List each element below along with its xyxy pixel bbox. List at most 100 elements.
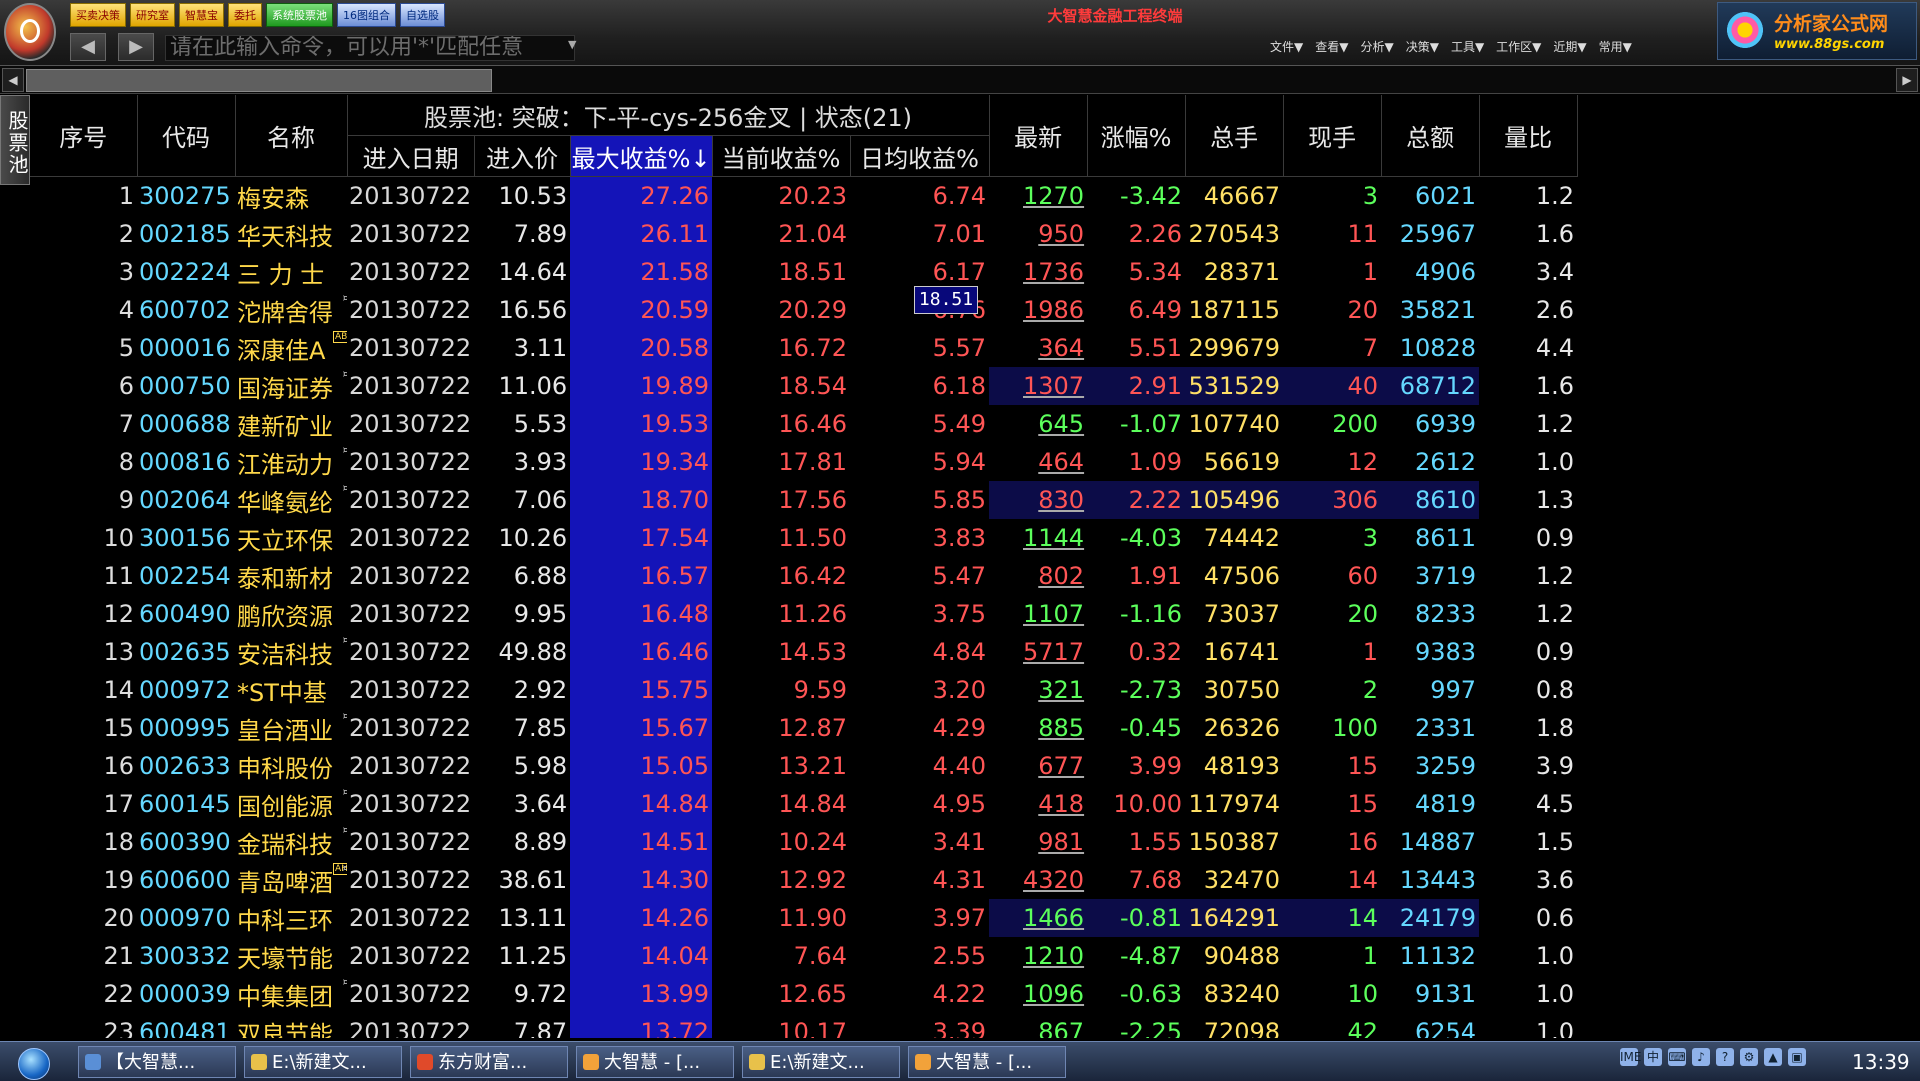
- menu-item-1[interactable]: 查看▼: [1315, 38, 1348, 55]
- header-total-volume[interactable]: 总手: [1185, 95, 1284, 177]
- change-pct: 0.32: [1128, 638, 1183, 666]
- table-row[interactable]: 23 600481 双良节能 20130722 7.87 13.72 10.17 3.39 86…: [30, 1013, 1577, 1038]
- side-tab-stock-pool[interactable]: 股票池: [0, 95, 30, 185]
- taskbar-button-2[interactable]: 东方财富...: [410, 1046, 568, 1078]
- quick-button-5[interactable]: 16图组合: [337, 3, 396, 27]
- daily-return: 4.84: [932, 638, 987, 666]
- current-volume: 20: [1347, 600, 1379, 628]
- table-row[interactable]: 6 000750 国海证券 ¤ 20130722 11.06 19.89 18.54 6.18 1…: [30, 367, 1577, 405]
- table-row[interactable]: 18 600390 金瑞科技 ¤ 20130722 8.89 14.51 10.24 3.41 9…: [30, 823, 1577, 861]
- tray-icon-2[interactable]: ⌨: [1668, 1048, 1686, 1066]
- table-row[interactable]: 14 000972 *ST中基 20130722 2.92 15.75 9.59 3.20 32…: [30, 671, 1577, 709]
- header-latest[interactable]: 最新: [989, 95, 1088, 177]
- table-row[interactable]: 2 002185 华天科技 20130722 7.89 26.11 21.04 7.01 950…: [30, 215, 1577, 253]
- table-row[interactable]: 4600702沱牌舍得¤2013072216.5620.5920.296.761…: [30, 291, 1577, 329]
- table-row[interactable]: 3 002224 三 力 士 20130722 14.64 21.58 18.51 6.17 1…: [30, 253, 1577, 291]
- menu-item-0[interactable]: 文件▼: [1270, 38, 1303, 55]
- taskbar-button-5[interactable]: 大智慧 - [...: [908, 1046, 1066, 1078]
- scrollbar-thumb[interactable]: [26, 69, 492, 92]
- tray-icon-0[interactable]: IME: [1620, 1048, 1641, 1066]
- change-pct: -2.73: [1119, 676, 1183, 704]
- taskbar-button-4[interactable]: E:\新建文...: [742, 1046, 900, 1078]
- table-row[interactable]: 1 300275 梅安森 20130722 10.53 27.26 20.23 6.74 127…: [30, 176, 1577, 215]
- volume-ratio: 1.6: [1535, 372, 1575, 400]
- stock-code: 002224: [139, 258, 231, 286]
- table-row[interactable]: 20 000970 中科三环 20130722 13.11 14.26 11.90 3.97 1…: [30, 899, 1577, 937]
- table-row[interactable]: 11 002254 泰和新材 20130722 6.88 16.57 16.42 5.47 80…: [30, 557, 1577, 595]
- table-row[interactable]: 15 000995 皇台酒业 ¤ 20130722 7.85 15.67 12.87 4.29 8…: [30, 709, 1577, 747]
- header-total-amount[interactable]: 总额: [1381, 95, 1480, 177]
- quick-toolbar: 买卖决策 研究室 智慧宝 委托 系统股票池 16图组合 自选股: [70, 3, 445, 27]
- menu-item-4[interactable]: 工具▼: [1451, 38, 1484, 55]
- stock-name: 江淮动力 ¤: [235, 443, 347, 481]
- total-amount: 6939: [1415, 410, 1477, 438]
- tray-icon-5[interactable]: ⚙: [1740, 1048, 1758, 1066]
- table-row[interactable]: 17 600145 国创能源 ¤ 20130722 3.64 14.84 14.84 4.95 4…: [30, 785, 1577, 823]
- volume-ratio: 1.8: [1535, 714, 1575, 742]
- command-input[interactable]: 请在此输入命令，可以用'*'匹配任意: [165, 35, 575, 61]
- brand-name: 分析家公式网: [1774, 13, 1889, 35]
- tray-icon-6[interactable]: ▲: [1764, 1048, 1782, 1066]
- table-row[interactable]: 13 002635 安洁科技 ¤ 20130722 49.88 16.46 14.53 4.84…: [30, 633, 1577, 671]
- menu-item-7[interactable]: 常用▼: [1599, 38, 1632, 55]
- volume-ratio: 1.2: [1535, 600, 1575, 628]
- tray-icon-4[interactable]: ?: [1716, 1048, 1734, 1066]
- app-logo-icon[interactable]: [4, 3, 56, 61]
- entry-price: 5.53: [513, 410, 568, 438]
- header-code[interactable]: 代码: [137, 95, 236, 177]
- taskbar-button-0[interactable]: 【大智慧...: [78, 1046, 236, 1078]
- table-row[interactable]: 8 000816 江淮动力 ¤ 20130722 3.93 19.34 17.81 5.94 46…: [30, 443, 1577, 481]
- menu-item-5[interactable]: 工作区▼: [1496, 38, 1541, 55]
- table-row[interactable]: 16 002633 申科股份 20130722 5.98 15.05 13.21 4.40 67…: [30, 747, 1577, 785]
- entry-date: 20130722: [349, 752, 472, 780]
- tray-icon-7[interactable]: ▣: [1788, 1048, 1806, 1066]
- header-seq[interactable]: 序号: [30, 95, 138, 177]
- taskbar-button-3[interactable]: 大智慧 - [...: [576, 1046, 734, 1078]
- table-row[interactable]: 19 600600 青岛啤酒 AH ¤ 20130722 38.61 14.30 12.92 4.…: [30, 861, 1577, 899]
- header-current-return[interactable]: 当前收益%: [712, 135, 851, 177]
- volume-ratio: 0.9: [1535, 524, 1575, 552]
- row-seq: 21: [103, 942, 134, 970]
- back-arrow-icon[interactable]: ◀: [70, 33, 106, 61]
- latest-price: 464: [1038, 448, 1085, 476]
- table-row[interactable]: 7 000688 建新矿业 20130722 5.53 19.53 16.46 5.49 645…: [30, 405, 1577, 443]
- quick-button-3[interactable]: 委托: [228, 3, 262, 27]
- daily-return: 4.95: [932, 790, 987, 818]
- menu-item-6[interactable]: 近期▼: [1553, 38, 1586, 55]
- taskbar-button-1[interactable]: E:\新建文...: [244, 1046, 402, 1078]
- table-row[interactable]: 10 300156 天立环保 20130722 10.26 17.54 11.50 3.83 1…: [30, 519, 1577, 557]
- latest-price: 1307: [989, 367, 1088, 405]
- tray-icon-1[interactable]: 中: [1644, 1048, 1662, 1066]
- header-entry-date[interactable]: 进入日期: [347, 135, 475, 177]
- header-volume-ratio[interactable]: 量比: [1479, 95, 1578, 177]
- command-dropdown-icon[interactable]: ▼: [568, 38, 576, 51]
- header-change-pct[interactable]: 涨幅%: [1087, 95, 1186, 177]
- header-daily-return[interactable]: 日均收益%: [850, 135, 990, 177]
- tray-icon-3[interactable]: ♪: [1692, 1048, 1710, 1066]
- table-row[interactable]: 12 600490 鹏欣资源 20130722 9.95 16.48 11.26 3.75 11…: [30, 595, 1577, 633]
- table-row[interactable]: 21 300332 天壕节能 20130722 11.25 14.04 7.64 2.55 12…: [30, 937, 1577, 975]
- header-entry-price[interactable]: 进入价: [474, 135, 571, 177]
- current-volume: 60: [1347, 562, 1379, 590]
- scroll-left-icon[interactable]: ◀: [2, 68, 24, 92]
- total-volume: 56619: [1203, 448, 1281, 476]
- scroll-right-icon[interactable]: ▶: [1896, 68, 1918, 92]
- horizontal-scrollbar[interactable]: ◀ ▶: [0, 66, 1920, 94]
- forward-arrow-icon[interactable]: ▶: [118, 33, 154, 61]
- quick-button-4[interactable]: 系统股票池: [266, 3, 333, 27]
- menu-item-2[interactable]: 分析▼: [1360, 38, 1393, 55]
- start-button[interactable]: [18, 1048, 50, 1080]
- table-row[interactable]: 9 002064 华峰氨纶 ¤ 20130722 7.06 18.70 17.56 5.85 83…: [30, 481, 1577, 519]
- quick-button-1[interactable]: 研究室: [130, 3, 175, 27]
- quick-button-0[interactable]: 买卖决策: [70, 3, 126, 27]
- quick-button-2[interactable]: 智慧宝: [179, 3, 224, 27]
- header-max-return[interactable]: 最大收益%↓: [570, 135, 713, 177]
- header-current-volume[interactable]: 现手: [1283, 95, 1382, 177]
- table-row[interactable]: 22 000039 中集集团 ¤ 20130722 9.72 13.99 12.65 4.22 1…: [30, 975, 1577, 1013]
- table-row[interactable]: 5 000016 深康佳A AB 20130722 3.11 20.58 16.72 5.57 3…: [30, 329, 1577, 367]
- menu-item-3[interactable]: 决策▼: [1406, 38, 1439, 55]
- stock-name-text: 泰和新材: [237, 564, 333, 593]
- entry-price: 8.89: [513, 828, 568, 856]
- header-name[interactable]: 名称: [235, 95, 348, 177]
- quick-button-6[interactable]: 自选股: [400, 3, 445, 27]
